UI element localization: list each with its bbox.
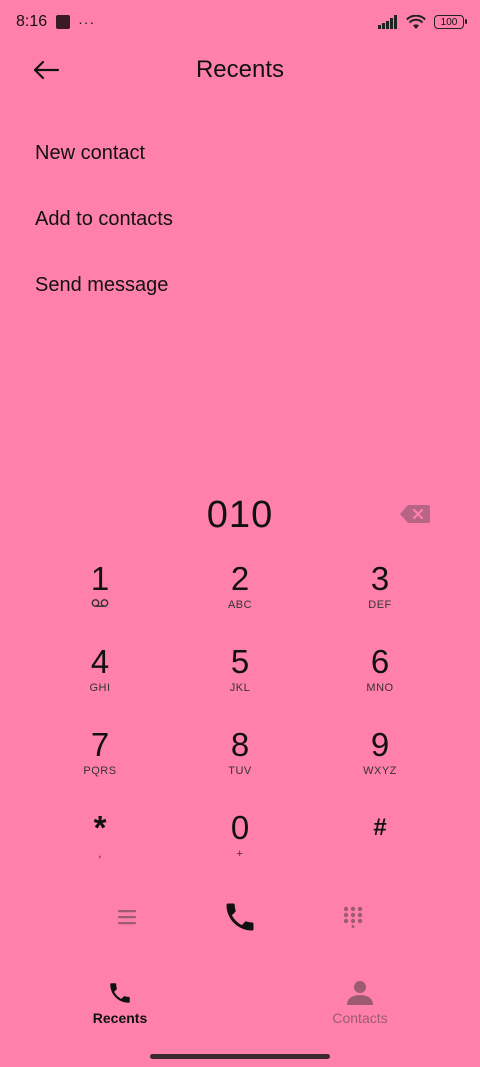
notification-icon: [56, 15, 71, 29]
key-digit: 3: [370, 560, 390, 597]
key-digit: 6: [370, 643, 390, 680]
menu-button[interactable]: [102, 892, 152, 942]
menu-icon: [118, 910, 136, 925]
voicemail-icon: [91, 599, 109, 607]
dial-keypad: 1 2 ABC 3 DEF 4 GHI 5 JKL 6 MNO 7 PQRS 8…: [30, 556, 450, 888]
wifi-icon: [406, 14, 426, 29]
key-digit: 5: [230, 643, 250, 680]
key-digit: 9: [370, 726, 390, 763]
key-letters: PQRS: [83, 765, 117, 777]
key-digit: 2: [230, 560, 250, 597]
key-letters: ,: [98, 848, 102, 860]
key-letters: +: [236, 848, 244, 860]
key-letters: DEF: [368, 599, 392, 611]
key-digit: 4: [90, 643, 110, 680]
key-hash[interactable]: #: [310, 805, 450, 888]
key-letters: MNO: [366, 682, 394, 694]
key-letters: TUV: [228, 765, 252, 777]
key-digit: *: [93, 809, 107, 846]
tab-recents[interactable]: Recents: [0, 966, 240, 1036]
key-5[interactable]: 5 JKL: [170, 639, 310, 722]
phone-icon: [110, 983, 130, 1003]
key-8[interactable]: 8 TUV: [170, 722, 310, 805]
keypad-row: 7 PQRS 8 TUV 9 WXYZ: [30, 722, 450, 805]
backspace-button[interactable]: [398, 501, 432, 527]
phone-icon: [226, 903, 254, 931]
dialer-actions: [0, 892, 480, 942]
battery-level: 100: [440, 16, 458, 28]
key-digit: 7: [90, 726, 110, 763]
dialpad-toggle-button[interactable]: [328, 892, 378, 942]
top-bar: Recents: [0, 44, 480, 96]
home-indicator[interactable]: [150, 1054, 330, 1059]
key-digit: 1: [90, 560, 110, 597]
signal-icon: [378, 15, 397, 29]
key-letters: GHI: [89, 682, 111, 694]
tab-label: Recents: [92, 1010, 148, 1026]
key-digit: #: [373, 814, 387, 841]
backspace-icon: [400, 505, 430, 523]
key-7[interactable]: 7 PQRS: [30, 722, 170, 805]
tab-contacts[interactable]: Contacts: [240, 966, 480, 1036]
status-time: 8:16: [16, 13, 48, 30]
status-bar: 8:16 ··· 100: [0, 0, 480, 44]
key-9[interactable]: 9 WXYZ: [310, 722, 450, 805]
number-display: 010: [0, 490, 480, 540]
key-3[interactable]: 3 DEF: [310, 556, 450, 639]
status-overflow: ···: [78, 14, 96, 30]
dialpad-icon: [343, 906, 363, 928]
key-letters: WXYZ: [363, 765, 397, 777]
key-star[interactable]: * ,: [30, 805, 170, 888]
key-1[interactable]: 1: [30, 556, 170, 639]
tab-label: Contacts: [332, 1010, 388, 1026]
new-contact-item[interactable]: New contact: [0, 120, 480, 186]
key-4[interactable]: 4 GHI: [30, 639, 170, 722]
key-letters: JKL: [229, 682, 251, 694]
page-title: Recents: [195, 56, 285, 83]
keypad-row: 4 GHI 5 JKL 6 MNO: [30, 639, 450, 722]
key-2[interactable]: 2 ABC: [170, 556, 310, 639]
keypad-row: * , 0 + #: [30, 805, 450, 888]
bottom-nav: Recents Contacts: [0, 966, 480, 1067]
status-icons: 100: [378, 14, 467, 30]
key-letters: ABC: [227, 599, 253, 611]
person-icon: [347, 981, 373, 1005]
battery-icon: 100: [434, 15, 467, 29]
send-message-item[interactable]: Send message: [0, 252, 480, 318]
action-menu: New contact Add to contacts Send message: [0, 120, 480, 318]
key-6[interactable]: 6 MNO: [310, 639, 450, 722]
call-button[interactable]: [215, 892, 265, 942]
keypad-row: 1 2 ABC 3 DEF: [30, 556, 450, 639]
key-digit: 8: [230, 726, 250, 763]
key-digit: 0: [230, 809, 250, 846]
key-0[interactable]: 0 +: [170, 805, 310, 888]
add-to-contacts-item[interactable]: Add to contacts: [0, 186, 480, 252]
